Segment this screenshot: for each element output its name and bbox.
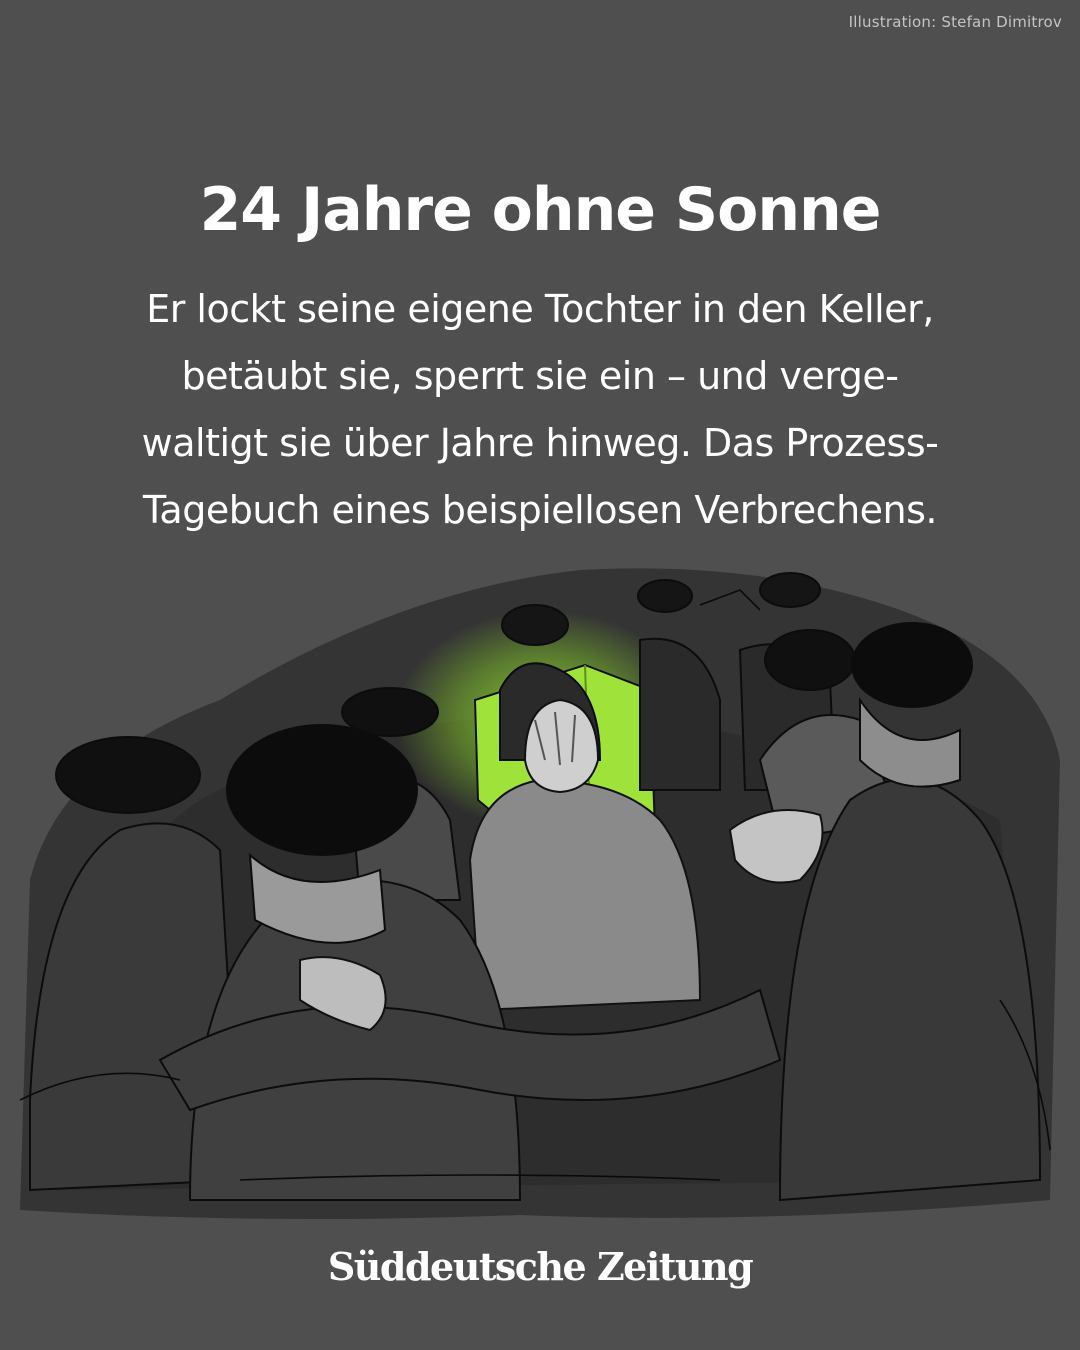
dek-line: Tagebuch eines beispiellosen Verbrechens… [142, 488, 938, 532]
dek-line: betäubt sie, sperrt sie ein – und verge- [181, 354, 899, 398]
dek-text: Er lockt seine eigene Tochter in den Kel… [70, 276, 1010, 544]
illustration-credit: Illustration: Stefan Dimitrov [848, 13, 1062, 31]
dek-line: waltigt sie über Jahre hinweg. Das Proze… [141, 421, 939, 465]
courtroom-illustration [19, 568, 1060, 1219]
headline: 24 Jahre ohne Sonne [199, 175, 882, 245]
sz-logo: Süddeutsche Zeitung [327, 1244, 754, 1289]
dek-line: Er lockt seine eigene Tochter in den Kel… [146, 287, 934, 331]
beret [851, 622, 973, 708]
beret [226, 724, 418, 856]
beret [55, 736, 201, 814]
